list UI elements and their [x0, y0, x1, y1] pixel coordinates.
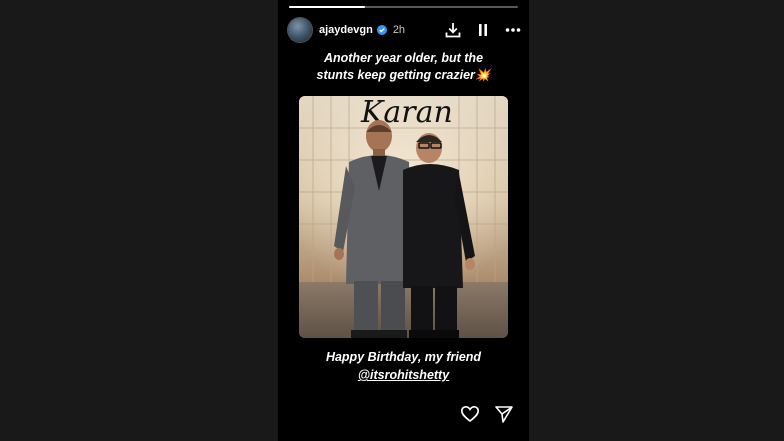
pause-icon[interactable] — [474, 21, 492, 39]
send-icon[interactable] — [494, 404, 514, 424]
more-options-icon[interactable] — [504, 21, 522, 39]
story-photo: Karan — [299, 96, 508, 338]
username[interactable]: ajaydevgn — [319, 24, 373, 36]
story-timestamp: 2h — [392, 24, 406, 36]
verified-badge-icon — [376, 25, 387, 35]
story-caption-top: Another year older, but the stunts keep … — [278, 50, 529, 84]
story-header: ajaydevgn 2h — [288, 16, 522, 44]
story-caption-bottom: Happy Birthday, my friend @itsrohitshett… — [278, 348, 529, 384]
caption-bottom-line-1: Happy Birthday, my friend — [325, 350, 482, 364]
collision-emoji: 💥 — [474, 68, 491, 82]
right-backdrop — [529, 0, 784, 441]
photo-scene: Karan — [299, 96, 508, 338]
story-progress-bar — [289, 6, 518, 8]
story-viewer[interactable]: ajaydevgn 2h Another year older, but the… — [278, 0, 529, 441]
left-backdrop — [0, 0, 278, 441]
header-actions — [444, 21, 522, 39]
avatar[interactable] — [288, 18, 312, 42]
heart-icon[interactable] — [460, 404, 480, 424]
story-progress-fill — [289, 6, 365, 8]
caption-line-2-text: stunts keep getting crazier — [316, 68, 475, 82]
mention-link[interactable]: @itsrohitshetty — [278, 366, 529, 384]
download-icon[interactable] — [444, 21, 462, 39]
caption-line-1: Another year older, but the — [323, 51, 484, 65]
caption-line-2: stunts keep getting crazier💥 — [278, 67, 529, 84]
story-footer-actions — [460, 404, 514, 424]
